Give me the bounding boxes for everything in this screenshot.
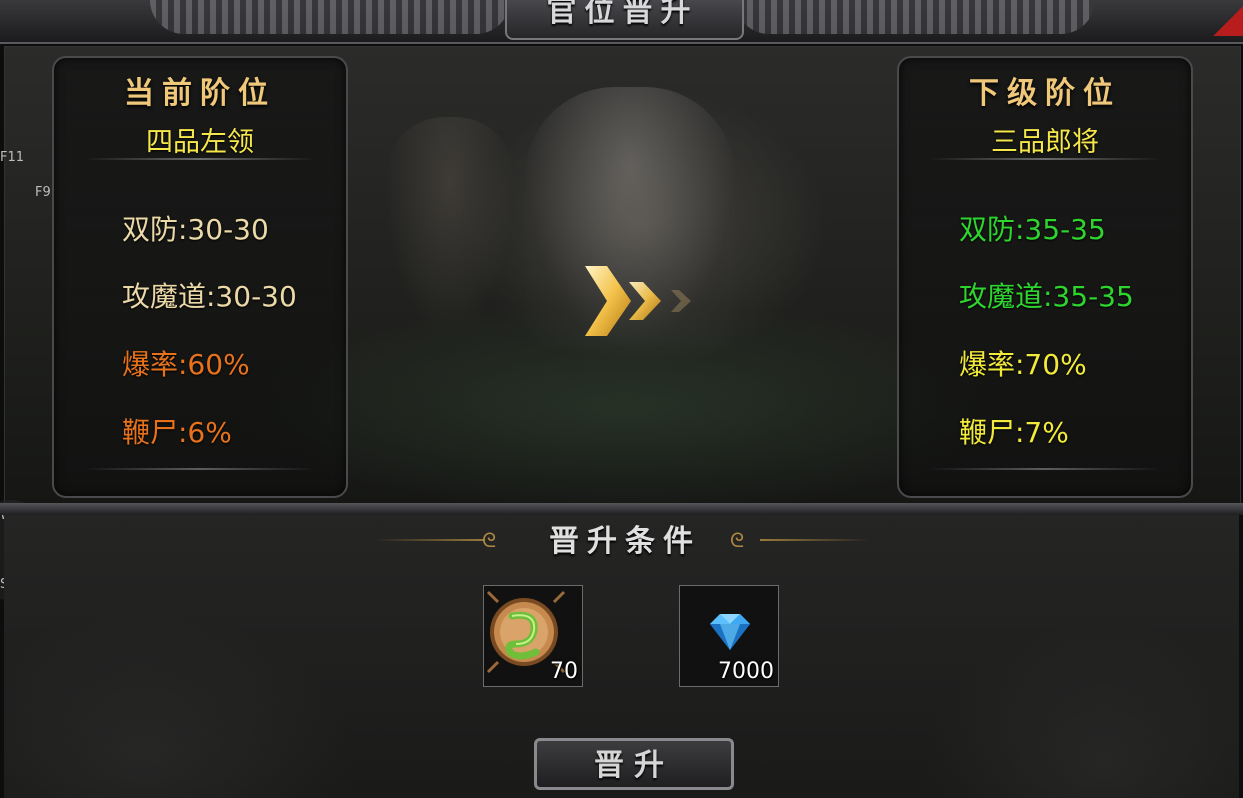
divider bbox=[929, 468, 1161, 470]
current-rank-panel: 当前阶位 四品左领 双防:30-30 攻魔道:30-30 爆率:60% 鞭尸:6… bbox=[52, 56, 348, 498]
background-figure bbox=[385, 117, 515, 337]
ornament-line bbox=[760, 539, 870, 541]
stat-defense: 双防:35-35 bbox=[959, 213, 1106, 246]
dragon-ornament-left bbox=[150, 0, 510, 34]
hotkey-f9[interactable]: F9 bbox=[35, 185, 51, 200]
promote-button[interactable]: 晋升 bbox=[534, 738, 734, 790]
divider bbox=[84, 158, 316, 160]
hotkey-f11[interactable]: F11 bbox=[0, 150, 24, 165]
requirements-title: 晋升条件 bbox=[549, 524, 701, 559]
divider bbox=[84, 468, 316, 470]
dragon-ornament-right bbox=[735, 0, 1095, 34]
stat-attack-magic-tao: 攻魔道:30-30 bbox=[122, 280, 297, 313]
stat-corpse-whip: 鞭尸:7% bbox=[959, 416, 1069, 449]
requirement-count: 7000 bbox=[718, 659, 774, 684]
double-chevron-right-icon bbox=[585, 266, 691, 336]
close-icon[interactable] bbox=[1213, 0, 1243, 36]
window-title: 官位晋升 bbox=[546, 0, 699, 29]
current-rank-name: 四品左领 bbox=[146, 127, 254, 158]
cloud-ornament-icon: ᘓ bbox=[730, 528, 745, 552]
stat-defense: 双防:30-30 bbox=[122, 213, 269, 246]
stat-drop-rate: 爆率:70% bbox=[959, 348, 1087, 381]
title-banner: 官位晋升 bbox=[0, 0, 1243, 44]
stat-drop-rate: 爆率:60% bbox=[122, 348, 250, 381]
stat-corpse-whip: 鞭尸:6% bbox=[122, 416, 232, 449]
current-rank-heading: 当前阶位 bbox=[124, 76, 276, 111]
requirement-count: 70 bbox=[550, 659, 578, 684]
requirement-slot[interactable]: 7000 bbox=[679, 585, 779, 687]
stat-attack-magic-tao: 攻魔道:35-35 bbox=[959, 280, 1134, 313]
next-rank-panel: 下级阶位 三品郎将 双防:35-35 攻魔道:35-35 爆率:70% 鞭尸:7… bbox=[897, 56, 1193, 498]
next-rank-name: 三品郎将 bbox=[991, 127, 1099, 158]
next-rank-heading: 下级阶位 bbox=[969, 76, 1121, 111]
section-divider bbox=[0, 503, 1243, 515]
requirement-slot[interactable]: 70 bbox=[483, 585, 583, 687]
ornament-line bbox=[375, 539, 485, 541]
cloud-ornament-icon: ᘓ bbox=[482, 528, 497, 552]
divider bbox=[929, 158, 1161, 160]
